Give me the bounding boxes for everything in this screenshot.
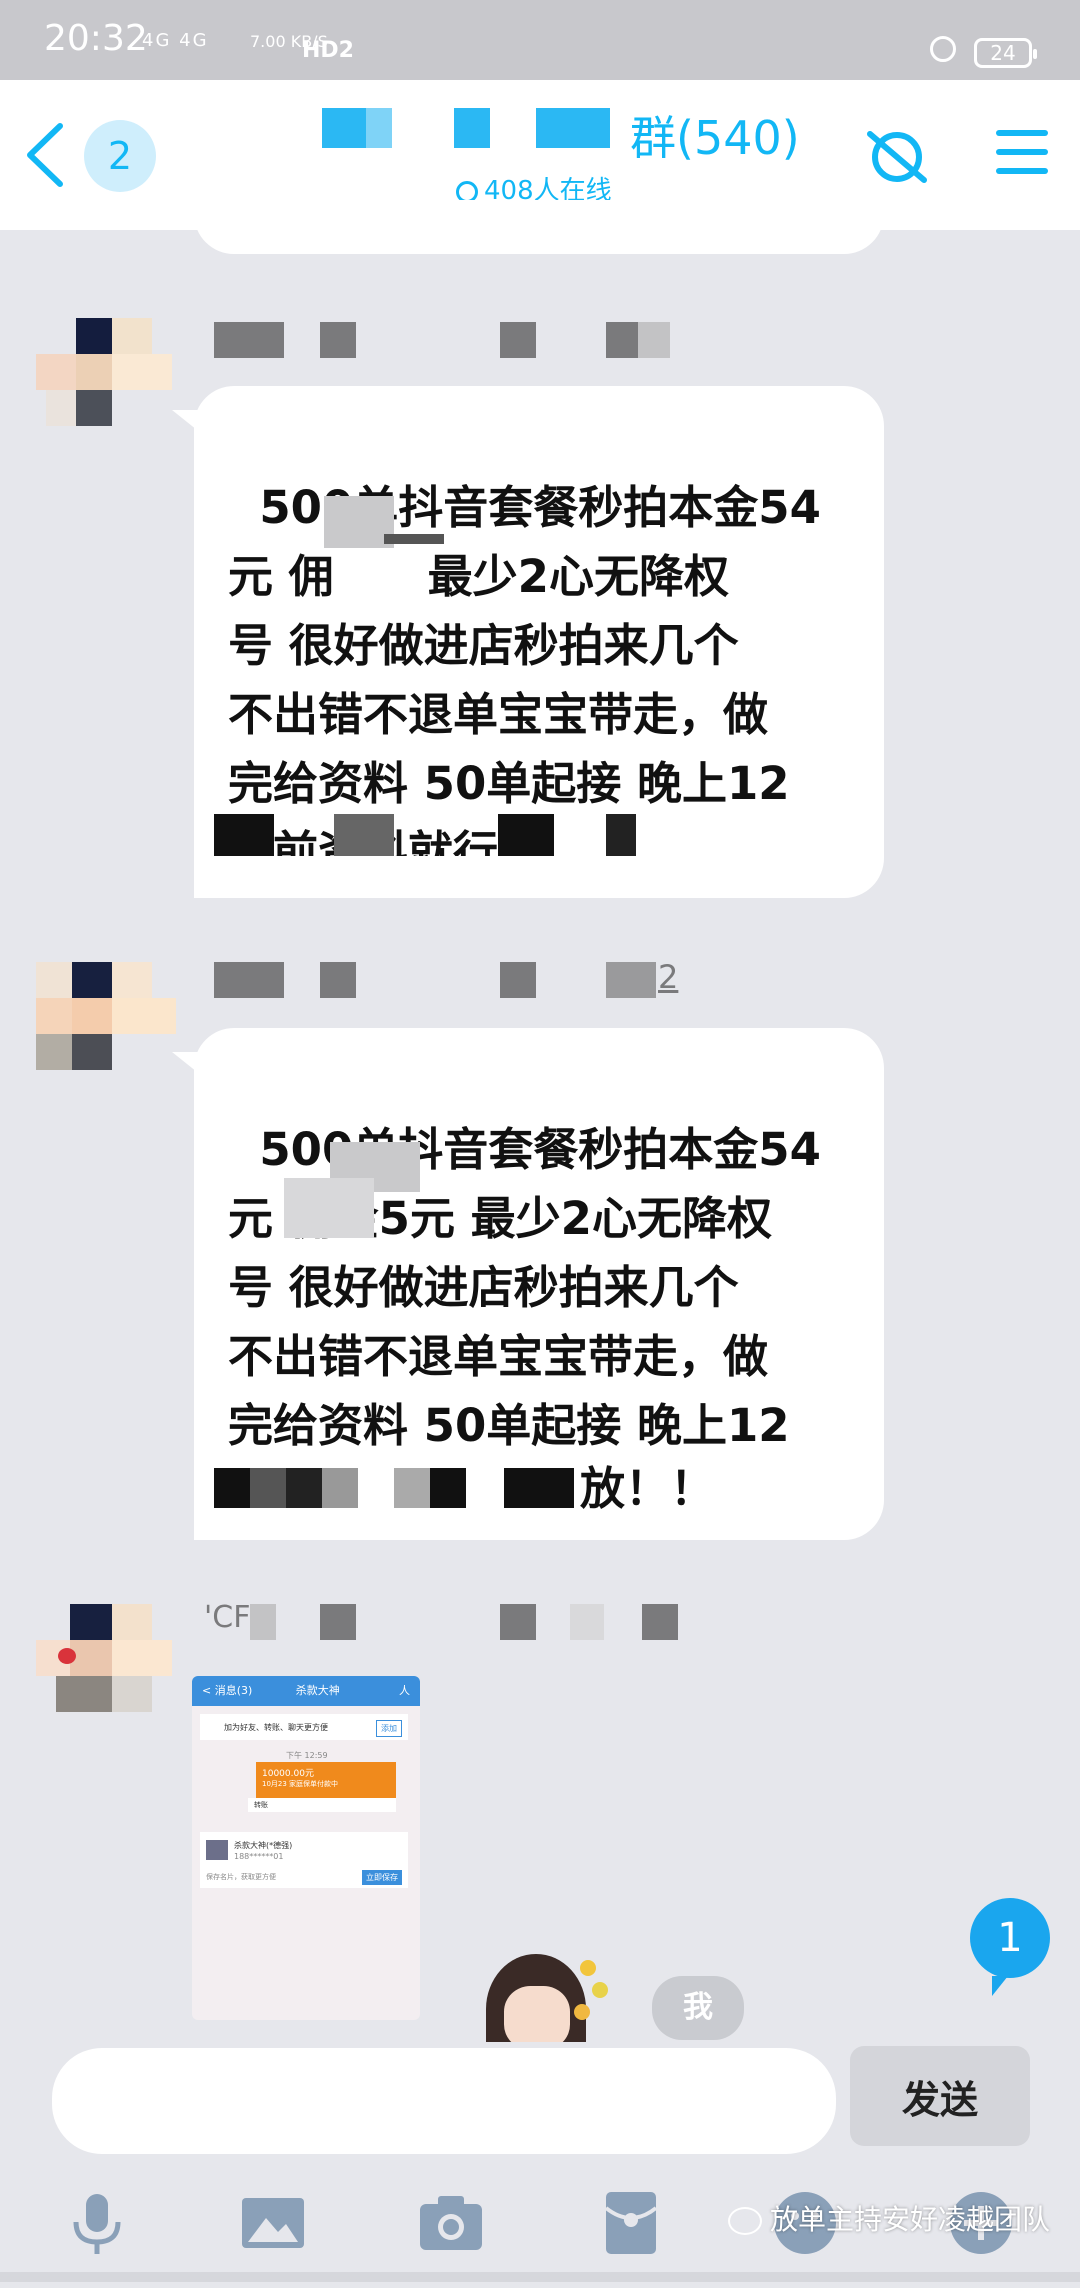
sticker-girl-icon[interactable]: [462, 1948, 632, 2044]
menu-icon[interactable]: [996, 130, 1048, 180]
screenshot-transfer-footer: 转账: [248, 1798, 396, 1812]
status-bar: 20:32 4G 4G 7.00 KB/S HD2 24: [0, 0, 1080, 80]
microphone-icon[interactable]: [62, 2188, 132, 2258]
redacted-block: [214, 1468, 250, 1508]
screenshot-contact-card: 杀款大神(*德强) 188******01 保存名片，获取更方便 立即保存: [200, 1832, 408, 1888]
redacted-block: [284, 1178, 374, 1238]
image-icon[interactable]: [238, 2188, 308, 2258]
group-title-text: 群(540): [630, 111, 800, 165]
redacted-block: [286, 1468, 322, 1508]
message-bubble[interactable]: 500单抖音套餐秒拍本金54 元 佣 最少2心无降权 号 很好做进店秒拍来几个 …: [172, 386, 884, 898]
avatar[interactable]: [36, 1604, 176, 1714]
send-button[interactable]: 发送: [850, 2046, 1030, 2146]
redacted-block: [430, 1468, 466, 1508]
screenshot-notice: 加为好友、转账、聊天更方便 添加: [200, 1714, 408, 1740]
planet-icon[interactable]: [862, 122, 932, 192]
rotation-lock-icon: [930, 36, 956, 62]
redacted-block: [454, 108, 490, 148]
previous-message-bubble: [194, 200, 884, 254]
redacted-block: [384, 534, 444, 544]
new-message-indicator[interactable]: 1: [970, 1898, 1050, 1996]
sender-name-suffix: 2: [658, 958, 679, 996]
message-input[interactable]: [52, 2048, 836, 2154]
wechat-icon: [728, 2207, 762, 2235]
screenshot-transfer-card: 10000.00元 10月23 家庭保单付款中: [256, 1762, 396, 1798]
screenshot-time: 下午 12:59: [286, 1751, 328, 1760]
sender-name[interactable]: [214, 322, 684, 358]
red-packet-icon[interactable]: [596, 2188, 666, 2258]
message-bubble[interactable]: 500单抖音套餐秒拍本金54 元 佣金5元 最少2心无降权 号 很好做进店秒拍来…: [172, 1028, 884, 1540]
watermark: 放单主持安好凌越团队: [728, 2198, 1050, 2238]
screenshot-header: < 消息(3) 杀款大神 人: [192, 1676, 420, 1706]
redacted-block: [322, 1468, 358, 1508]
redacted-block: [250, 1468, 286, 1508]
hd-indicator: HD2: [302, 38, 354, 63]
back-arrow-icon[interactable]: [20, 120, 80, 190]
redacted-block: [322, 108, 366, 148]
redacted-block: [194, 856, 714, 898]
redacted-block: [536, 108, 610, 148]
sender-name[interactable]: 'CF: [204, 1600, 684, 1640]
avatar[interactable]: [36, 318, 176, 428]
watermark-text: 放单主持安好凌越团队: [770, 2203, 1051, 2236]
sender-name-prefix: 'CF: [204, 1600, 251, 1635]
network-indicator: 4G 4G: [142, 30, 209, 51]
avatar[interactable]: [36, 962, 176, 1072]
camera-icon[interactable]: [416, 2188, 486, 2258]
group-title: 群(540): [318, 106, 800, 165]
sender-name[interactable]: 2: [214, 958, 694, 998]
battery-icon: 24: [974, 38, 1037, 68]
bottom-edge: [0, 2272, 1080, 2282]
unread-count-badge[interactable]: 2: [84, 120, 156, 192]
redacted-block: [504, 1468, 574, 1508]
sticker-label: 我: [652, 1976, 744, 2040]
redacted-block: [394, 1468, 430, 1508]
status-time: 20:32: [44, 18, 148, 59]
redacted-block: [366, 108, 392, 148]
image-message[interactable]: < 消息(3) 杀款大神 人 加为好友、转账、聊天更方便 添加 下午 12:59…: [192, 1676, 420, 2020]
message-text-tail: 放！！: [580, 1462, 716, 1515]
